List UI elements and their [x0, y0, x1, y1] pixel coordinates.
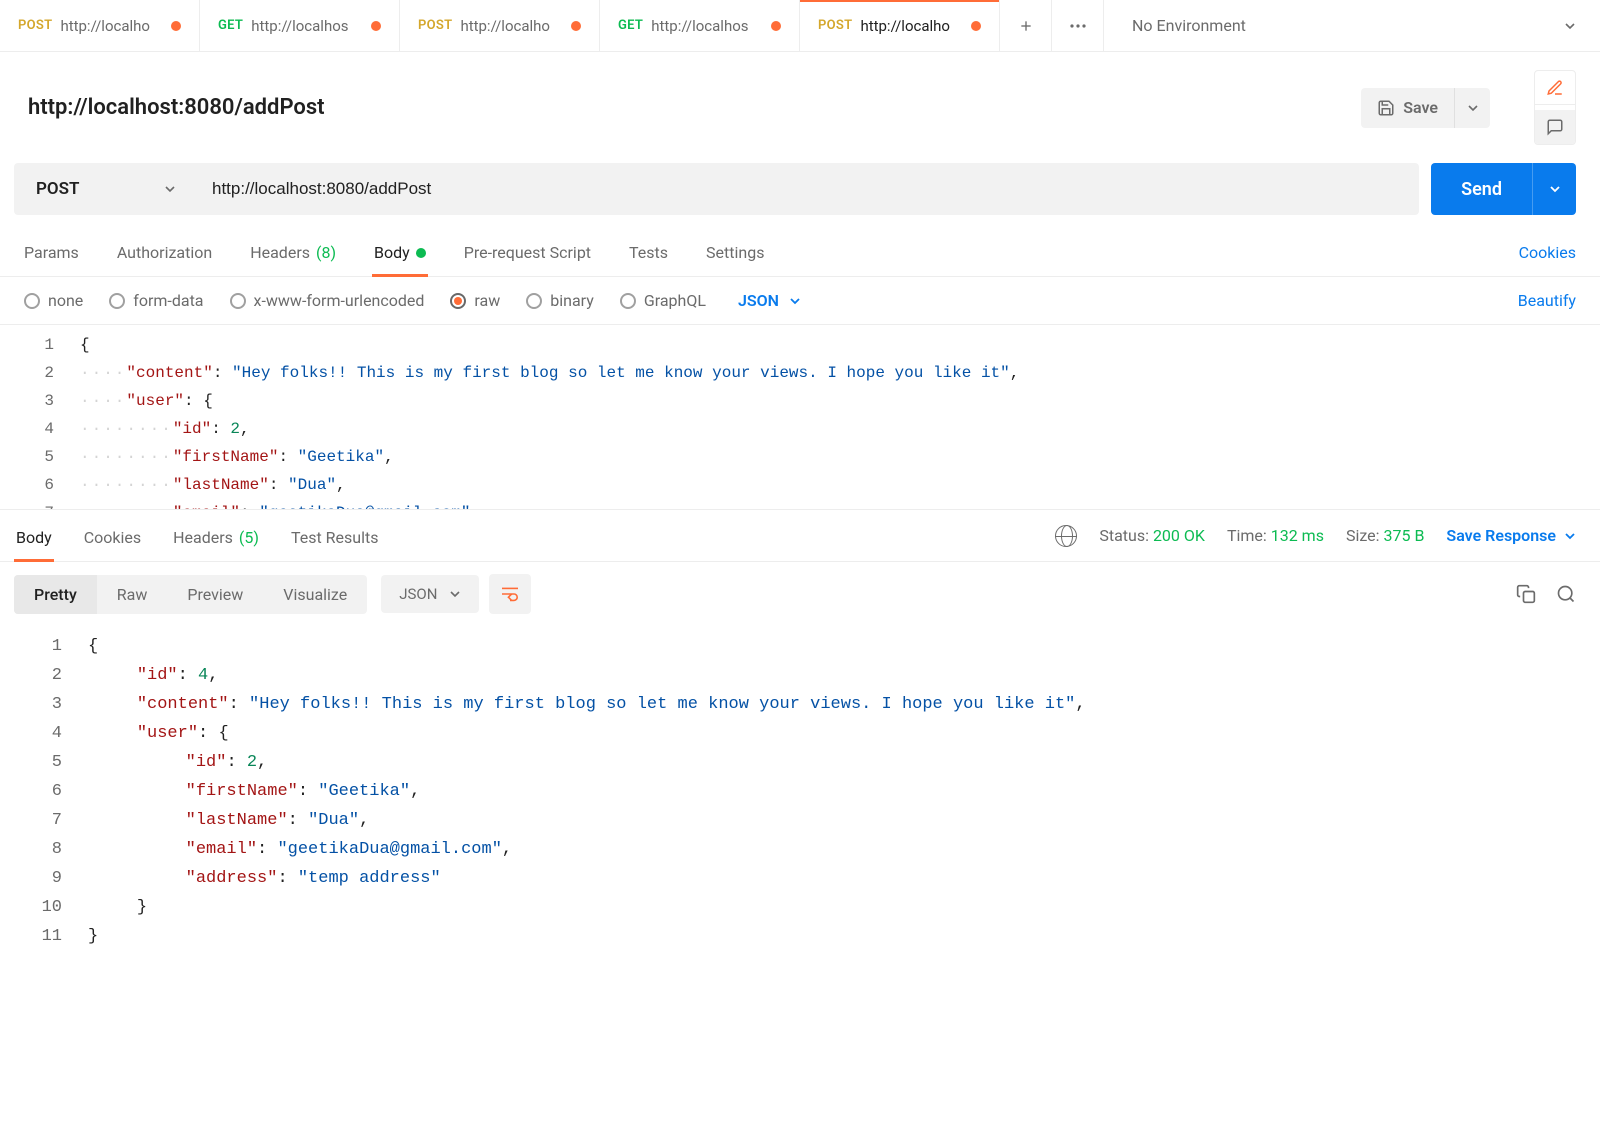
body-type-row: none form-data x-www-form-urlencoded raw… [0, 277, 1600, 325]
url-input[interactable] [194, 163, 1419, 215]
time: Time: 132 ms [1227, 526, 1324, 545]
line-gutter: 1234567 [0, 325, 72, 509]
request-body-editor[interactable]: 1234567 {····"content": "Hey folks!! Thi… [0, 325, 1600, 510]
radio-icon [450, 293, 466, 309]
search-icon[interactable] [1556, 584, 1576, 604]
resp-tab-headers[interactable]: Headers (5) [171, 522, 261, 561]
tab-method: GET [618, 18, 643, 33]
save-icon [1377, 99, 1395, 117]
view-visualize[interactable]: Visualize [263, 575, 367, 614]
send-group: Send [1431, 163, 1576, 215]
response-body-editor[interactable]: 1234567891011 { "id": 4, "content": "Hey… [0, 626, 1600, 957]
headers-count: (8) [316, 243, 336, 262]
send-button[interactable]: Send [1431, 163, 1532, 215]
unsaved-dot-icon [571, 21, 581, 31]
response-format-select[interactable]: JSON [381, 575, 479, 613]
copy-icon[interactable] [1516, 584, 1536, 604]
method-value: POST [36, 179, 79, 199]
body-type-binary[interactable]: binary [526, 291, 594, 310]
view-pretty[interactable]: Pretty [14, 575, 97, 614]
request-tab[interactable]: POST http://localho [0, 0, 200, 51]
tab-title: http://localho [60, 17, 163, 35]
size: Size: 375 B [1346, 526, 1424, 545]
new-tab-button[interactable] [1000, 0, 1052, 52]
raw-language-select[interactable]: JSON [738, 291, 801, 310]
tab-method: POST [18, 18, 52, 33]
tab-prerequest[interactable]: Pre-request Script [462, 233, 593, 276]
tab-authorization[interactable]: Authorization [115, 233, 214, 276]
tab-title: http://localho [460, 17, 563, 35]
method-select[interactable]: POST [14, 163, 194, 215]
radio-icon [24, 293, 40, 309]
tab-tests[interactable]: Tests [627, 233, 670, 276]
request-title: http://localhost:8080/addPost [28, 95, 1347, 120]
view-preview[interactable]: Preview [167, 575, 263, 614]
environment-selector[interactable]: No Environment [1104, 0, 1600, 51]
radio-icon [526, 293, 542, 309]
tab-overflow-button[interactable] [1052, 0, 1104, 52]
response-tabs: Body Cookies Headers (5) Test Results St… [0, 510, 1600, 562]
beautify-link[interactable]: Beautify [1518, 291, 1576, 310]
save-response[interactable]: Save Response [1446, 526, 1576, 545]
tab-method: GET [218, 18, 243, 33]
send-dropdown[interactable] [1532, 163, 1576, 215]
response-controls: Pretty Raw Preview Visualize JSON [0, 562, 1600, 626]
save-label: Save [1403, 98, 1438, 117]
body-type-graphql[interactable]: GraphQL [620, 291, 706, 310]
tab-title: http://localho [860, 17, 963, 35]
cookies-link[interactable]: Cookies [1519, 233, 1576, 276]
request-tab[interactable]: GET http://localhos [200, 0, 400, 51]
tab-method: POST [418, 18, 452, 33]
side-panel-toggles [1534, 70, 1576, 145]
view-tabs: Pretty Raw Preview Visualize [14, 575, 367, 614]
resp-tab-body[interactable]: Body [14, 522, 54, 561]
response-body-code[interactable]: { "id": 4, "content": "Hey folks!! This … [80, 626, 1600, 957]
tab-body[interactable]: Body [372, 233, 428, 276]
request-subtabs: Params Authorization Headers (8) Body Pr… [0, 229, 1600, 277]
tab-method: POST [818, 18, 852, 33]
view-raw[interactable]: Raw [97, 575, 168, 614]
request-body-code[interactable]: {····"content": "Hey folks!! This is my … [72, 325, 1600, 509]
globe-icon[interactable] [1055, 525, 1077, 547]
body-type-none[interactable]: none [24, 291, 83, 310]
radio-icon [109, 293, 125, 309]
save-dropdown[interactable] [1454, 88, 1490, 128]
response-meta: Status: 200 OK Time: 132 ms Size: 375 B … [1055, 525, 1576, 559]
radio-icon [620, 293, 636, 309]
resp-headers-count: (5) [239, 528, 259, 547]
request-tab[interactable]: GET http://localhos [600, 0, 800, 51]
tab-actions [1000, 0, 1104, 51]
comments-pane-icon[interactable] [1535, 110, 1575, 144]
save-button[interactable]: Save [1361, 88, 1454, 128]
wrap-lines-button[interactable] [489, 574, 531, 614]
tabstrip: POST http://localho GET http://localhos POST… [0, 0, 1600, 52]
unsaved-dot-icon [971, 21, 981, 31]
body-modified-indicator [416, 248, 426, 258]
unsaved-dot-icon [171, 21, 181, 31]
response-right-icons [1516, 584, 1576, 604]
request-tab[interactable]: POST http://localho [800, 0, 1000, 51]
unsaved-dot-icon [371, 21, 381, 31]
line-gutter: 1234567891011 [0, 626, 80, 957]
send-label: Send [1461, 179, 1502, 200]
url-row: POST Send [0, 163, 1600, 229]
body-type-formdata[interactable]: form-data [109, 291, 203, 310]
tab-params[interactable]: Params [22, 233, 81, 276]
body-type-raw[interactable]: raw [450, 291, 500, 310]
unsaved-dot-icon [771, 21, 781, 31]
body-type-urlencoded[interactable]: x-www-form-urlencoded [230, 291, 425, 310]
tab-title: http://localhos [651, 17, 763, 35]
save-group: Save [1361, 88, 1490, 128]
request-tab[interactable]: POST http://localho [400, 0, 600, 51]
radio-icon [230, 293, 246, 309]
resp-tab-cookies[interactable]: Cookies [82, 522, 143, 561]
status: Status: 200 OK [1099, 526, 1205, 545]
resp-tab-tests[interactable]: Test Results [289, 522, 381, 561]
title-bar: http://localhost:8080/addPost Save [0, 52, 1600, 163]
environment-label: No Environment [1132, 16, 1246, 35]
tab-settings[interactable]: Settings [704, 233, 766, 276]
tab-headers[interactable]: Headers (8) [248, 233, 338, 276]
docs-pane-icon[interactable] [1535, 71, 1575, 105]
tab-title: http://localhos [251, 17, 363, 35]
